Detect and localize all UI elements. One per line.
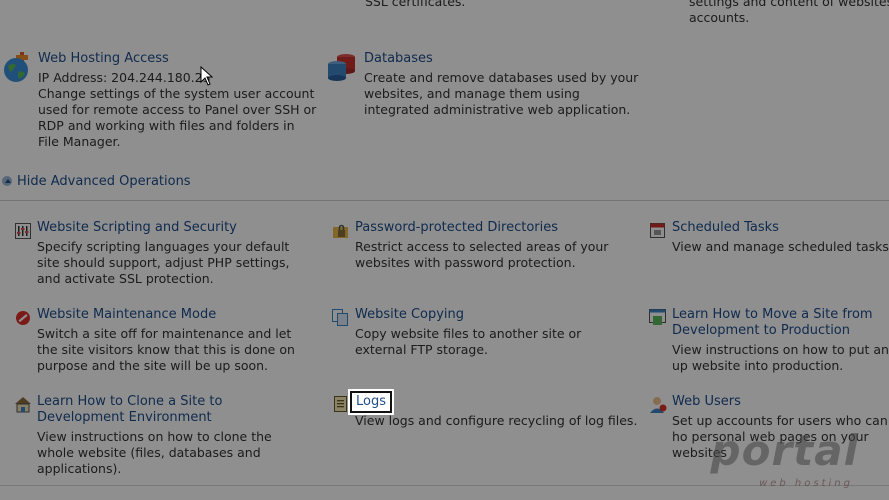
web-hosting-access-desc: Change settings of the system user accou… xyxy=(38,86,317,149)
scheduled-tasks-link[interactable]: Scheduled Tasks xyxy=(672,220,889,236)
section-divider xyxy=(0,200,889,201)
web-users-link[interactable]: Web Users xyxy=(672,394,889,410)
portal-watermark-logo: portal xyxy=(710,426,859,475)
ip-address: IP Address: 204.244.180.23 xyxy=(38,70,211,85)
ssl-desc-fragment: SSL certificates. xyxy=(365,0,466,9)
clone-site-link[interactable]: Learn How to Clone a Site to Development… xyxy=(37,394,312,426)
copy-website-icon xyxy=(332,309,348,326)
web-hosting-access-item: Web Hosting Access IP Address: 204.244.1… xyxy=(38,51,318,150)
scheduled-tasks-desc: View and manage scheduled tasks. xyxy=(672,239,889,254)
password-protected-directories-desc: Restrict access to selected areas of you… xyxy=(355,239,609,270)
clone-site-item: Learn How to Clone a Site to Development… xyxy=(37,394,312,477)
hide-advanced-operations-label: Hide Advanced Operations xyxy=(17,174,191,189)
password-protected-directories-item: Password-protected Directories Restrict … xyxy=(355,220,630,271)
logs-link[interactable]: Logs xyxy=(350,391,392,413)
databases-desc: Create and remove databases used by your… xyxy=(364,70,639,117)
website-copying-desc: Copy website files to another site or ex… xyxy=(355,326,582,357)
logs-icon xyxy=(334,396,347,412)
move-site-icon xyxy=(649,309,666,325)
website-maintenance-link[interactable]: Website Maintenance Mode xyxy=(37,307,312,323)
top-right-desc-fragment-1: settings and content of websites a xyxy=(689,0,889,9)
bottom-divider xyxy=(0,485,889,486)
clone-site-icon xyxy=(15,397,31,413)
scripting-settings-icon xyxy=(15,223,31,239)
databases-item: Databases Create and remove databases us… xyxy=(364,51,644,118)
clone-site-desc: View instructions on how to clone the wh… xyxy=(37,429,272,476)
globe-icon xyxy=(4,52,28,82)
move-site-to-production-desc: View instructions on how to put an up we… xyxy=(672,342,889,373)
website-scripting-link[interactable]: Website Scripting and Security xyxy=(37,220,312,236)
website-maintenance-desc: Switch a site off for maintenance and le… xyxy=(37,326,295,373)
password-protected-directories-link[interactable]: Password-protected Directories xyxy=(355,220,630,236)
hide-advanced-operations-toggle[interactable]: Hide Advanced Operations xyxy=(2,174,191,190)
website-scripting-desc: Specify scripting languages your default… xyxy=(37,239,290,286)
web-hosting-access-link[interactable]: Web Hosting Access xyxy=(38,51,318,67)
move-site-to-production-link[interactable]: Learn How to Move a Site from Developmen… xyxy=(672,307,889,339)
lock-folder-icon xyxy=(333,224,348,238)
top-right-desc-fragment-2: accounts. xyxy=(689,10,750,25)
page: SSL certificates. settings and content o… xyxy=(0,0,889,500)
database-icon xyxy=(328,54,355,81)
web-users-icon xyxy=(650,397,667,413)
move-site-to-production-item: Learn How to Move a Site from Developmen… xyxy=(672,307,889,374)
calendar-icon xyxy=(650,223,665,238)
portal-watermark-tagline: web hosting xyxy=(759,478,853,489)
website-maintenance-item: Website Maintenance Mode Switch a site o… xyxy=(37,307,312,374)
website-copying-item: Website Copying Copy website files to an… xyxy=(355,307,630,358)
logs-item: View logs and configure recycling of log… xyxy=(355,413,638,429)
scheduled-tasks-item: Scheduled Tasks View and manage schedule… xyxy=(672,220,889,255)
maintenance-stop-icon xyxy=(16,311,30,325)
website-scripting-item: Website Scripting and Security Specify s… xyxy=(37,220,312,287)
logs-desc: View logs and configure recycling of log… xyxy=(355,413,638,428)
collapse-icon xyxy=(2,176,12,186)
mouse-cursor-icon xyxy=(200,66,214,86)
website-copying-link[interactable]: Website Copying xyxy=(355,307,630,323)
databases-link[interactable]: Databases xyxy=(364,51,644,67)
